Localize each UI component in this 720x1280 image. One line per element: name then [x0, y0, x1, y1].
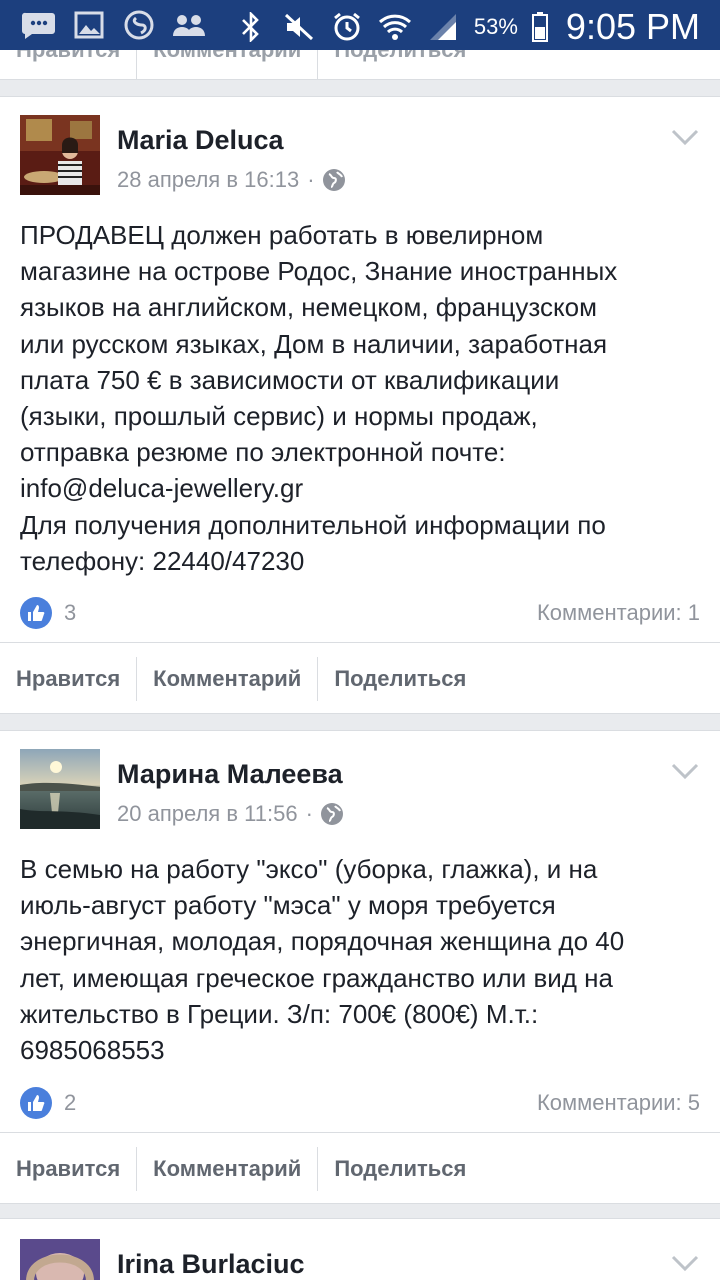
post-phone-link[interactable]: 6985068553: [20, 1032, 700, 1068]
post-text-line: июль-август работу "мэса" у моря требует…: [20, 890, 556, 921]
prev-like-button[interactable]: Нравится: [0, 50, 138, 79]
post-text-line: языков на английском, немецком, французс…: [20, 292, 597, 323]
mute-icon: [282, 10, 316, 44]
share-button[interactable]: Поделиться: [318, 1147, 482, 1191]
comment-button[interactable]: Комментарий: [137, 656, 319, 701]
likes-summary[interactable]: 3: [20, 597, 76, 629]
avatar[interactable]: [20, 115, 100, 195]
post-body: ПРОДАВЕЦ должен работать в ювелирном маг…: [20, 217, 700, 579]
alarm-icon: [330, 10, 364, 44]
meta-separator: ·: [305, 801, 313, 826]
post-text-line: лет, имеющая греческое гражданство или в…: [20, 962, 613, 993]
post-meta: 20 апреля в 11:56 ·: [117, 801, 343, 827]
previous-post-remnant: Нравится Комментарий Поделиться: [0, 50, 720, 80]
like-count: 2: [64, 1090, 77, 1115]
post-text-line: жительство в Греции. З/п: 700€ (800€) М.…: [20, 998, 539, 1029]
signal-icon: [426, 10, 460, 44]
status-bar: 53% 9:05 PM: [0, 0, 720, 50]
public-globe-icon: [322, 169, 345, 191]
meta-separator: ·: [307, 167, 315, 192]
like-thumb-icon: [20, 1087, 52, 1119]
post-text-line: Для получения дополнительной информации …: [20, 509, 606, 540]
prev-comment-button[interactable]: Комментарий: [137, 50, 319, 79]
post-author[interactable]: Irina Burlaciuc: [117, 1249, 305, 1280]
clock: 9:05 PM: [565, 6, 700, 47]
post-timestamp[interactable]: 28 апреля в 16:13: [117, 167, 299, 193]
post-text-line: отправка резюме по электронной почте:: [20, 437, 506, 468]
like-count: 3: [64, 600, 77, 625]
post-actions: Нравится Комментарий Поделиться: [0, 1132, 720, 1204]
post-stats: 2 Комментарии: 5: [20, 1087, 700, 1119]
post-text-line: плата 750 € в зависимости от квалификаци…: [20, 364, 560, 395]
likes-summary[interactable]: 2: [20, 1087, 76, 1119]
post-text-line: энергичная, молодая, порядочная женщина …: [20, 926, 625, 957]
comment-button[interactable]: Комментарий: [137, 1146, 319, 1191]
chevron-down-icon[interactable]: [670, 761, 700, 781]
post-text-line: магазине на острове Родос, Знание иностр…: [20, 256, 618, 287]
share-button[interactable]: Поделиться: [318, 657, 482, 701]
post-author[interactable]: Марина Малеева: [117, 759, 343, 790]
comment-count[interactable]: Комментарии: 1: [537, 600, 700, 626]
wifi-icon: [378, 10, 412, 44]
post-text-line: телефону: 22440/47230: [20, 545, 305, 576]
post-actions: Нравится Комментарий Поделиться: [0, 642, 720, 714]
post-text-line: или русском языках, Дом в наличии, зараб…: [20, 328, 608, 359]
like-button[interactable]: Нравится: [0, 656, 138, 701]
comment-count[interactable]: Комментарии: 5: [537, 1090, 700, 1116]
battery-percent: 53%: [473, 14, 518, 39]
shazam-icon: [122, 8, 156, 42]
contacts-icon: [172, 8, 206, 42]
chevron-down-icon[interactable]: [670, 127, 700, 147]
like-thumb-icon: [20, 597, 52, 629]
post-email-link[interactable]: info@deluca-jewellery.gr: [20, 470, 700, 506]
chevron-down-icon[interactable]: [670, 1253, 700, 1273]
bluetooth-icon: [234, 10, 268, 44]
post-text-line: В семью на работу "эксо" (уборка, глажка…: [20, 854, 598, 884]
public-globe-icon: [320, 803, 343, 825]
post-meta: 28 апреля в 16:13 ·: [117, 167, 345, 193]
avatar[interactable]: [20, 749, 100, 829]
post-stats: 3 Комментарии: 1: [20, 597, 700, 629]
like-button[interactable]: Нравится: [0, 1146, 138, 1191]
post-card: Maria Deluca 28 апреля в 16:13 · ПРОДАВЕ…: [0, 96, 720, 714]
post-card: Марина Малеева 20 апреля в 11:56 · В сем…: [0, 730, 720, 1204]
post-author[interactable]: Maria Deluca: [117, 125, 284, 156]
post-text-line: (языки, прошлый сервис) и нормы продаж,: [20, 401, 538, 432]
post-timestamp[interactable]: 20 апреля в 11:56: [117, 801, 298, 827]
avatar[interactable]: [20, 1239, 100, 1280]
battery-icon: [531, 10, 548, 44]
gallery-icon: [72, 8, 106, 42]
post-text-line: ПРОДАВЕЦ должен работать в ювелирном: [20, 220, 544, 250]
chat-icon: [22, 8, 56, 42]
prev-share-button[interactable]: Поделиться: [318, 50, 482, 79]
post-card: Irina Burlaciuc: [0, 1218, 720, 1280]
post-body: В семью на работу "эксо" (уборка, глажка…: [20, 851, 700, 1068]
